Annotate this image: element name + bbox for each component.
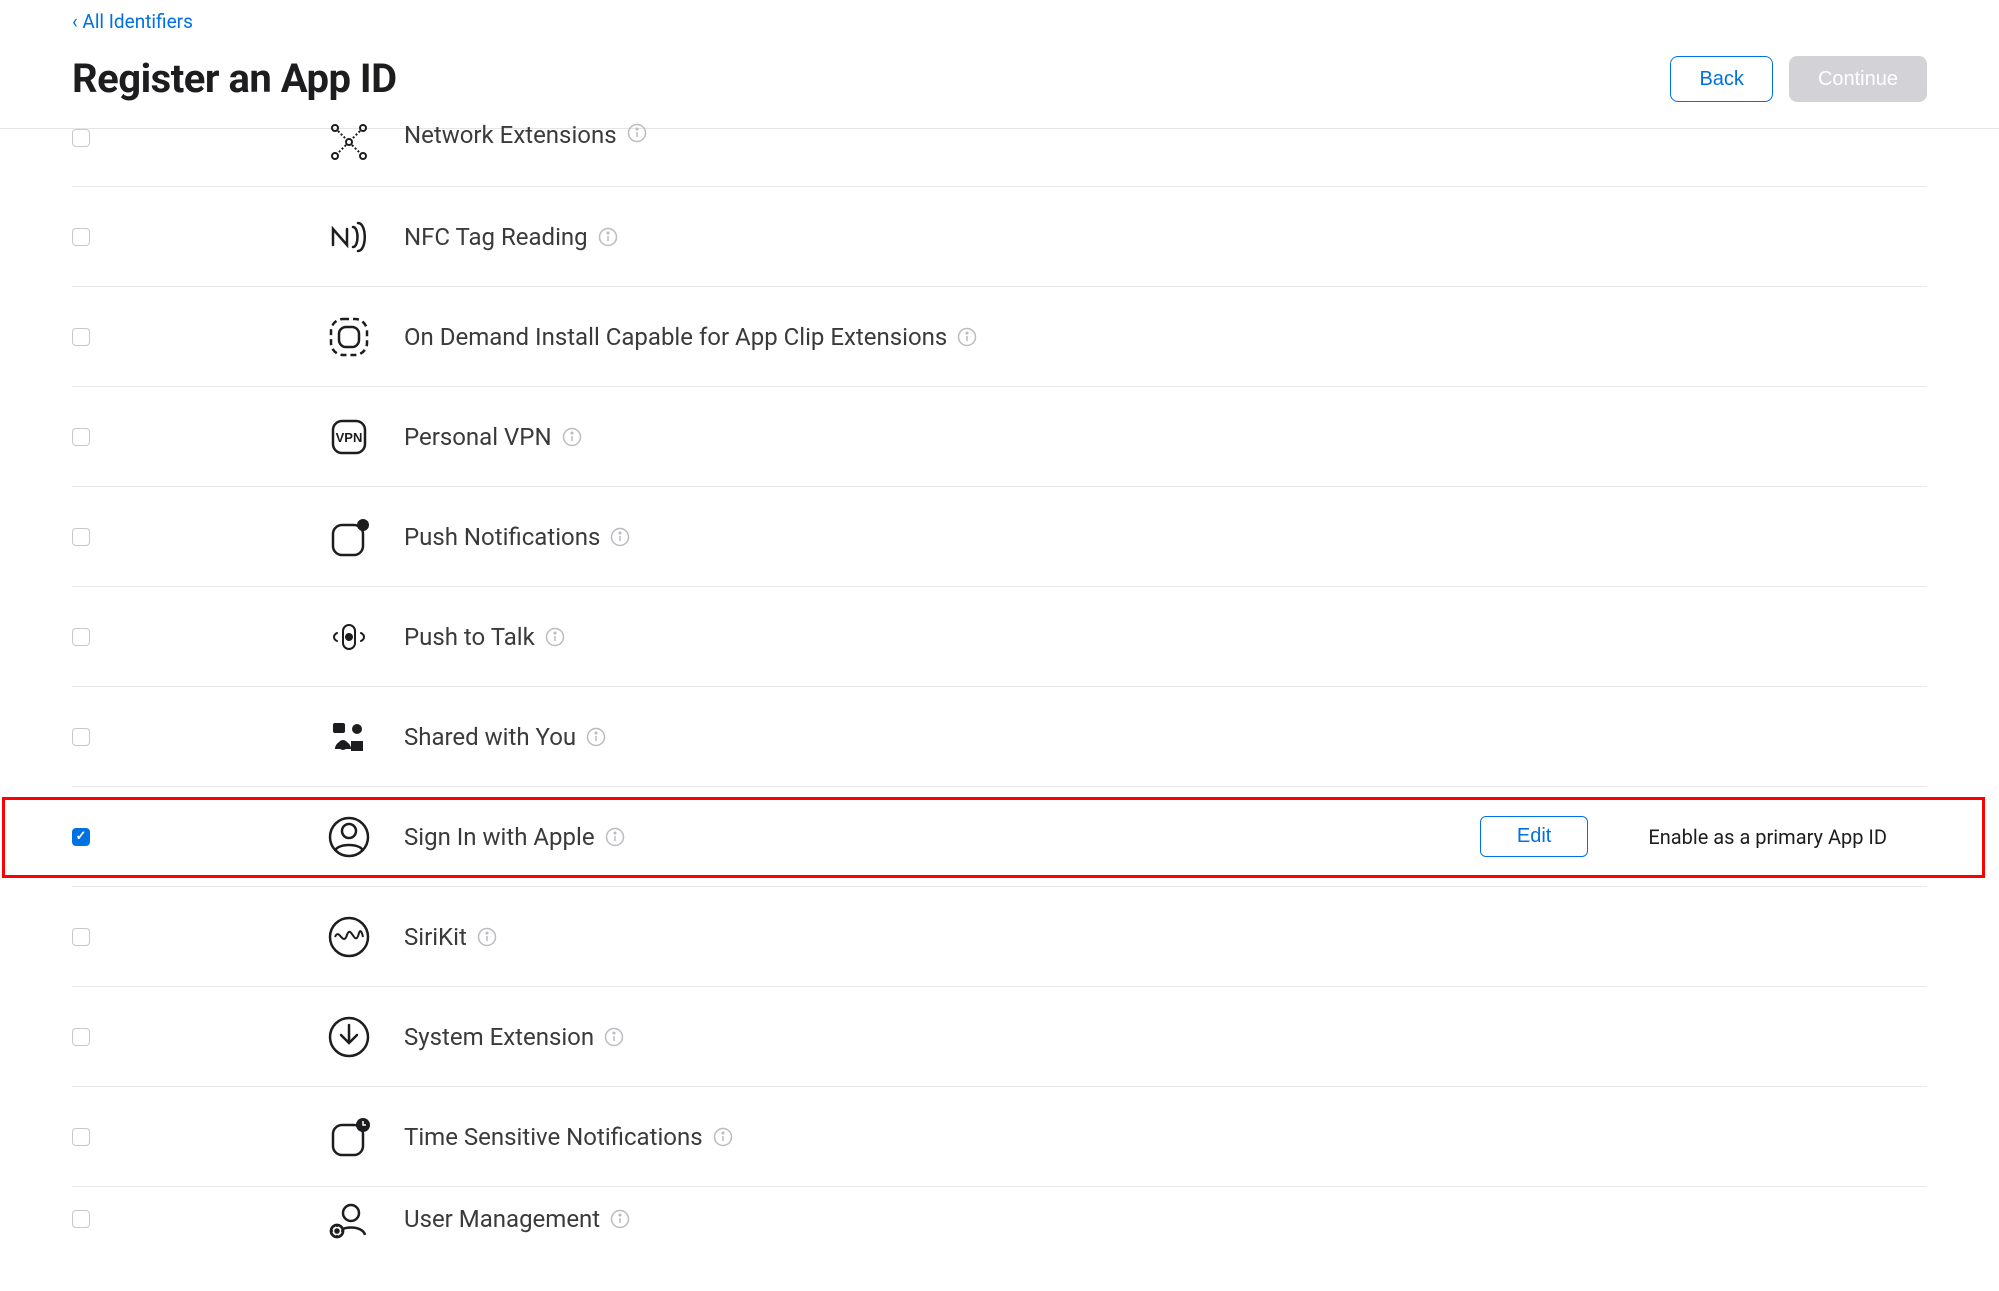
user-management-icon: [322, 1192, 376, 1246]
capability-label: SiriKit: [404, 923, 467, 951]
info-icon[interactable]: [957, 327, 977, 347]
breadcrumb: ‹ All Identifiers: [0, 0, 1999, 33]
network-extensions-icon: [322, 115, 376, 169]
info-icon[interactable]: [477, 927, 497, 947]
capability-label: User Management: [404, 1205, 600, 1233]
siri-icon: [322, 910, 376, 964]
svg-text:VPN: VPN: [336, 430, 363, 445]
capability-row-system-extension: System Extension: [72, 987, 1927, 1087]
capability-label: Push to Talk: [404, 623, 535, 651]
capability-label: System Extension: [404, 1023, 594, 1051]
capability-actions: Edit Enable as a primary App ID: [1480, 816, 1927, 857]
push-icon: [322, 510, 376, 564]
time-sensitive-icon: [322, 1110, 376, 1164]
info-icon[interactable]: [713, 1127, 733, 1147]
capabilities-list: Network Extensions NFC Tag Reading: [0, 129, 1999, 1251]
info-icon[interactable]: [562, 427, 582, 447]
capability-checkbox[interactable]: [72, 1128, 90, 1146]
capability-checkbox[interactable]: [72, 728, 90, 746]
capability-label: On Demand Install Capable for App Clip E…: [404, 323, 947, 351]
capability-row-nfc-tag-reading: NFC Tag Reading: [72, 187, 1927, 287]
capability-label: Sign In with Apple: [404, 823, 595, 851]
capability-row-user-management: User Management: [72, 1187, 1927, 1251]
capability-row-sirikit: SiriKit: [72, 887, 1927, 987]
capability-row-personal-vpn: VPN Personal VPN: [72, 387, 1927, 487]
capability-checkbox[interactable]: [72, 828, 90, 846]
capability-checkbox[interactable]: [72, 1028, 90, 1046]
shared-icon: [322, 710, 376, 764]
continue-button[interactable]: Continue: [1789, 56, 1927, 102]
capability-checkbox[interactable]: [72, 528, 90, 546]
nfc-icon: [322, 210, 376, 264]
info-icon[interactable]: [604, 1027, 624, 1047]
info-icon[interactable]: [545, 627, 565, 647]
info-icon[interactable]: [586, 727, 606, 747]
capability-label: Network Extensions: [404, 121, 617, 149]
page-header: Register an App ID Back Continue: [0, 33, 1999, 129]
capability-label: NFC Tag Reading: [404, 223, 588, 251]
info-icon[interactable]: [598, 227, 618, 247]
header-actions: Back Continue: [1670, 56, 1927, 102]
capability-label: Push Notifications: [404, 523, 600, 551]
capability-checkbox[interactable]: [72, 628, 90, 646]
capability-row-shared-with-you: Shared with You: [72, 687, 1927, 787]
capability-row-network-extensions: Network Extensions: [72, 129, 1927, 187]
vpn-icon: VPN: [322, 410, 376, 464]
siwa-icon: [322, 810, 376, 864]
capability-checkbox[interactable]: [72, 328, 90, 346]
capability-checkbox[interactable]: [72, 928, 90, 946]
info-icon[interactable]: [610, 527, 630, 547]
capability-note: Enable as a primary App ID: [1648, 825, 1887, 849]
system-ext-icon: [322, 1010, 376, 1064]
info-icon[interactable]: [627, 123, 647, 143]
capability-row-time-sensitive-notifications: Time Sensitive Notifications: [72, 1087, 1927, 1187]
breadcrumb-link[interactable]: ‹ All Identifiers: [72, 10, 193, 33]
capability-row-sign-in-with-apple: Sign In with Apple Edit Enable as a prim…: [72, 787, 1927, 887]
capability-checkbox[interactable]: [72, 129, 90, 147]
capability-label: Time Sensitive Notifications: [404, 1123, 703, 1151]
capability-row-push-notifications: Push Notifications: [72, 487, 1927, 587]
capability-row-push-to-talk: Push to Talk: [72, 587, 1927, 687]
capability-checkbox[interactable]: [72, 1210, 90, 1228]
capability-label: Shared with You: [404, 723, 576, 751]
capability-checkbox[interactable]: [72, 428, 90, 446]
info-icon[interactable]: [610, 1209, 630, 1229]
capability-row-on-demand-install: On Demand Install Capable for App Clip E…: [72, 287, 1927, 387]
push-to-talk-icon: [322, 610, 376, 664]
info-icon[interactable]: [605, 827, 625, 847]
app-clip-icon: [322, 310, 376, 364]
back-button[interactable]: Back: [1670, 56, 1772, 102]
page-title: Register an App ID: [72, 55, 397, 102]
capability-checkbox[interactable]: [72, 228, 90, 246]
edit-button[interactable]: Edit: [1480, 816, 1588, 857]
capability-label: Personal VPN: [404, 423, 552, 451]
